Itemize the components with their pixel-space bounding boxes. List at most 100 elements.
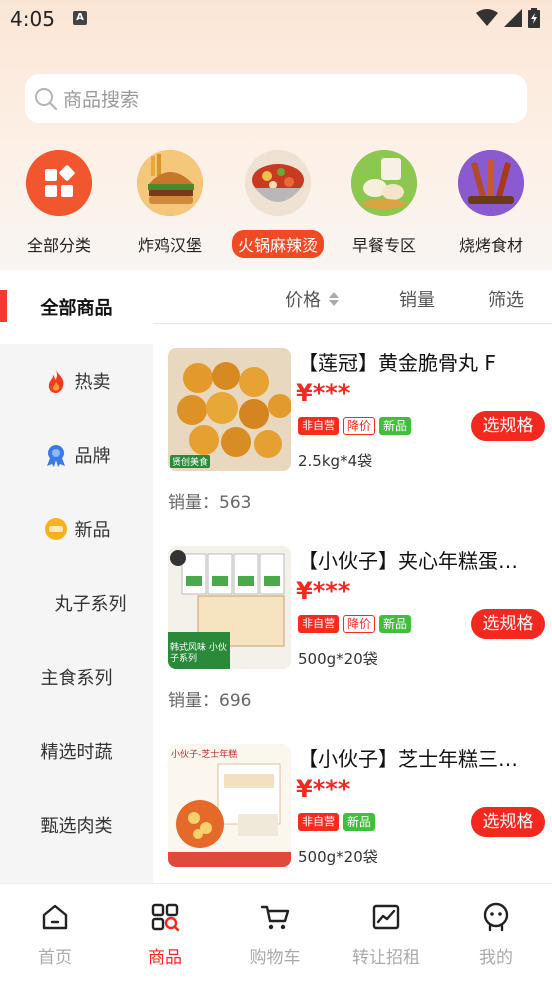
category-burger[interactable]: 炸鸡汉堡 [115, 150, 225, 258]
tag-new: 新品 [379, 615, 412, 633]
product-image: 小伙子-芝士年糕 [168, 744, 291, 867]
new-icon [44, 518, 67, 540]
category-all[interactable]: 全部分类 [4, 150, 114, 258]
product-image: 韩式风味 小伙子系列 [168, 546, 291, 669]
product-tags: 非自营 新品 [298, 813, 376, 831]
signal-icon [504, 9, 522, 27]
sidebar-item-label: 新品 [74, 520, 111, 541]
search-placeholder: 商品搜索 [63, 89, 140, 111]
fire-icon [48, 370, 63, 393]
product-spec: 500g*20袋 [298, 848, 378, 866]
category-label: 烧烤食材 [458, 236, 523, 255]
sidebar-item-brand[interactable]: 品牌 [0, 418, 153, 492]
nav-home[interactable]: 首页 [0, 902, 110, 968]
sidebar-item-label: 精选时蔬 [40, 742, 113, 763]
category-sidebar: 全部商品 热卖 品牌 新品 丸子系列 主食系列 精选时蔬 甄选肉类 [0, 270, 153, 883]
status-time: 4:05 [10, 7, 55, 31]
tag-new: 新品 [379, 417, 412, 435]
battery-icon [528, 8, 540, 28]
price-sort-label: 价格 [285, 290, 321, 311]
category-bbq[interactable]: 烧烤食材 [436, 150, 546, 258]
tag-price-drop: 降价 [343, 417, 376, 435]
price-sort-button[interactable]: 价格 [285, 286, 341, 312]
nav-label: 商品 [148, 948, 182, 968]
sales-sort-label: 销量 [399, 290, 435, 311]
sidebar-item-hot[interactable]: 热卖 [0, 344, 153, 418]
product-tags: 非自营 降价 新品 [298, 615, 412, 633]
select-spec-button[interactable]: 选规格 [471, 807, 545, 837]
bottom-nav: 首页 商品 购物车 转让招租 我的 [0, 883, 552, 983]
sidebar-item-meat[interactable]: 甄选肉类 [0, 788, 153, 862]
product-price: ¥*** [296, 775, 351, 803]
bbq-image [458, 150, 524, 216]
tag-price-drop: 降价 [343, 615, 376, 633]
sidebar-item-staple[interactable]: 主食系列 [0, 640, 153, 714]
sidebar-item-label: 品牌 [74, 446, 111, 467]
breakfast-image [351, 150, 417, 216]
sidebar-item-all[interactable]: 全部商品 [0, 270, 153, 344]
product-title: 【莲冠】黄金脆骨丸 F [298, 351, 496, 375]
product-title: 【小伙子】芝士年糕三… [298, 747, 518, 771]
product-image: 贤创美食 [168, 348, 291, 471]
sort-arrows-icon [329, 292, 339, 306]
category-label: 炸鸡汉堡 [137, 236, 202, 255]
cart-icon [260, 905, 290, 930]
nav-profile[interactable]: 我的 [441, 902, 551, 968]
select-spec-button[interactable]: 选规格 [471, 609, 545, 639]
category-label: 全部分类 [26, 236, 91, 255]
category-label-active: 火锅麻辣烫 [231, 230, 324, 258]
product-spec: 2.5kg*4袋 [298, 452, 373, 470]
product-title: 【小伙子】夹心年糕蛋… [298, 549, 518, 573]
notification-icon: A [73, 11, 87, 25]
filter-bar: 价格 销量 筛选 [153, 270, 552, 324]
search-input[interactable]: 商品搜索 [25, 74, 527, 123]
nav-transfer[interactable]: 转让招租 [331, 902, 441, 968]
search-icon [35, 87, 58, 110]
product-sales: 销量：563 [168, 493, 252, 513]
nav-products[interactable]: 商品 [110, 902, 220, 968]
tag-non-self: 非自营 [298, 813, 339, 831]
nav-cart[interactable]: 购物车 [220, 902, 330, 968]
sidebar-item-meatballs[interactable]: 丸子系列 [0, 566, 153, 640]
product-card[interactable]: 韩式风味 小伙子系列 【小伙子】夹心年糕蛋… ¥*** 非自营 降价 新品 50… [153, 523, 552, 721]
product-price: ¥*** [296, 379, 351, 407]
product-image-caption: 贤创美食 [170, 455, 211, 468]
product-card[interactable]: 小伙子-芝士年糕 【小伙子】芝士年糕三… ¥*** 非自营 新品 500g*20… [153, 721, 552, 883]
sidebar-item-label: 主食系列 [40, 668, 113, 689]
wifi-icon [476, 9, 498, 26]
filter-button[interactable]: 筛选 [488, 286, 524, 312]
product-list: 贤创美食 【莲冠】黄金脆骨丸 F ¥*** 非自营 降价 新品 2.5kg*4袋… [153, 325, 552, 883]
products-icon [151, 903, 180, 932]
product-sales: 销量：696 [168, 691, 252, 711]
home-icon [42, 904, 68, 930]
product-card[interactable]: 贤创美食 【莲冠】黄金脆骨丸 F ¥*** 非自营 降价 新品 2.5kg*4袋… [153, 325, 552, 523]
nav-label: 购物车 [249, 948, 301, 968]
active-marker [0, 290, 7, 322]
category-label: 早餐专区 [351, 236, 416, 255]
chart-icon [372, 904, 400, 930]
product-spec: 500g*20袋 [298, 650, 378, 668]
grid-icon [26, 150, 92, 216]
product-image-caption: 韩式风味 小伙子系列 [170, 643, 227, 664]
status-bar: 4:05 A [0, 0, 552, 40]
sidebar-item-label: 丸子系列 [54, 594, 127, 615]
category-breakfast[interactable]: 早餐专区 [329, 150, 439, 258]
product-image-caption: 小伙子-芝士年糕 [171, 750, 238, 760]
product-tags: 非自营 降价 新品 [298, 417, 412, 435]
sidebar-item-label: 热卖 [74, 372, 111, 393]
burger-image [137, 150, 203, 216]
sidebar-item-label: 全部商品 [40, 298, 113, 319]
sidebar-item-vegetables[interactable]: 精选时蔬 [0, 714, 153, 788]
product-price: ¥*** [296, 577, 351, 605]
sales-sort-button[interactable]: 销量 [399, 286, 435, 312]
nav-label: 转让招租 [352, 948, 420, 968]
status-icons [476, 8, 540, 28]
hotpot-image [245, 150, 311, 216]
select-spec-button[interactable]: 选规格 [471, 411, 545, 441]
category-hotpot[interactable]: 火锅麻辣烫 [223, 150, 333, 258]
sidebar-item-new[interactable]: 新品 [0, 492, 153, 566]
nav-label: 我的 [479, 948, 513, 968]
tag-new: 新品 [343, 813, 376, 831]
nav-label: 首页 [38, 948, 72, 968]
badge-icon [46, 445, 65, 467]
